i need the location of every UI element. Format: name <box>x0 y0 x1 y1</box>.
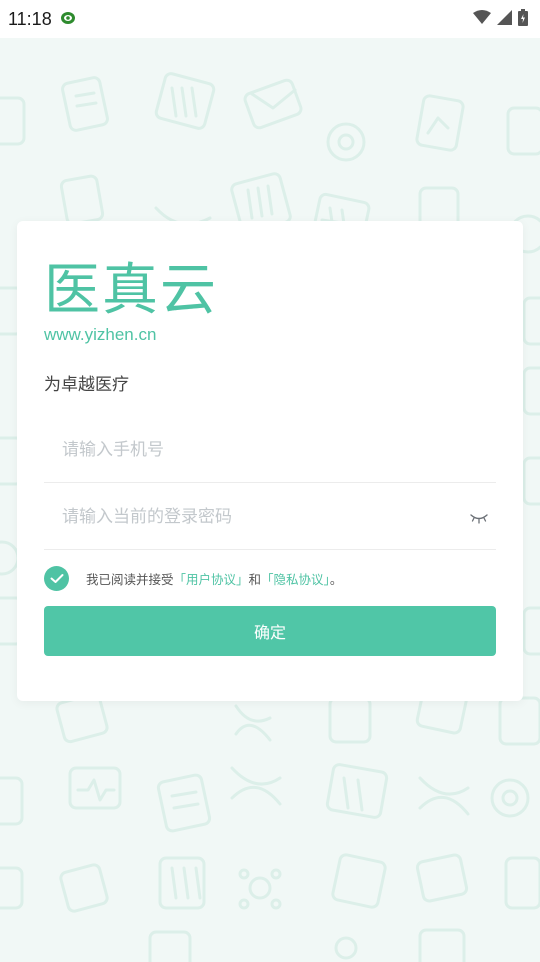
status-time: 11:18 <box>8 8 52 29</box>
monitor-icon <box>68 766 122 810</box>
molecule-icon <box>238 868 282 910</box>
clipboard-icon <box>506 106 540 156</box>
list-icon <box>158 856 206 910</box>
list-icon <box>328 696 372 744</box>
phone-input[interactable] <box>44 438 444 461</box>
document-icon <box>418 928 466 962</box>
flask-icon <box>59 863 109 913</box>
document-icon <box>0 776 24 826</box>
app-notification-icon <box>60 10 76 29</box>
grid-icon <box>522 606 540 656</box>
stethoscope-icon <box>490 778 530 818</box>
password-field <box>44 484 496 550</box>
chart-icon <box>415 94 465 152</box>
molecule-icon <box>334 936 358 960</box>
agreement-row: 我已阅读并接受「用户协议」和「隐私协议」。 <box>44 565 342 591</box>
document-icon <box>0 96 26 146</box>
dna-icon <box>230 766 282 806</box>
brand-tagline: 为卓越医疗 <box>44 375 129 395</box>
agreement-checkbox[interactable] <box>44 565 69 591</box>
brand-url: www.yizhen.cn <box>44 325 157 344</box>
login-card: 医真云 www.yizhen.cn 为卓越医疗 我已阅读并接受「用户协议」和「隐… <box>17 221 523 701</box>
document-icon <box>59 174 105 226</box>
envelope-icon <box>243 78 303 130</box>
document-icon <box>415 853 469 903</box>
stethoscope-icon <box>326 122 366 162</box>
signal-icon <box>497 9 512 29</box>
document-icon <box>61 76 109 132</box>
dna-icon <box>234 704 272 742</box>
document-icon <box>148 930 192 962</box>
status-bar: 11:18 <box>0 0 540 38</box>
brand-logo: 医真云 <box>44 258 218 323</box>
clipboard-icon <box>498 696 540 746</box>
monitor-icon <box>0 866 24 910</box>
checkmark-icon <box>50 573 63 583</box>
confirm-button[interactable]: 确定 <box>44 606 496 656</box>
dna-icon <box>418 776 470 816</box>
list-icon <box>156 773 212 833</box>
phone-field <box>44 417 496 483</box>
password-input[interactable] <box>44 505 444 528</box>
agreement-conjunction: 和 <box>248 571 262 587</box>
list-icon <box>522 456 540 506</box>
grid-icon <box>325 763 389 819</box>
eye-closed-icon[interactable] <box>470 509 488 528</box>
clipboard-icon <box>504 856 540 910</box>
battery-icon <box>518 8 528 30</box>
user-agreement-link[interactable]: 「用户协议」 <box>174 572 249 587</box>
agreement-suffix: 。 <box>329 571 343 587</box>
list-icon <box>154 72 216 130</box>
agreement-text: 我已阅读并接受「用户协议」和「隐私协议」。 <box>86 569 342 588</box>
document-icon <box>522 296 540 346</box>
privacy-agreement-link[interactable]: 「隐私协议」 <box>261 572 330 587</box>
wifi-icon <box>473 9 491 29</box>
stethoscope-icon <box>0 540 20 576</box>
chart-icon <box>331 853 387 909</box>
agreement-prefix: 我已阅读并接受 <box>86 571 174 587</box>
chart-icon <box>522 366 540 416</box>
